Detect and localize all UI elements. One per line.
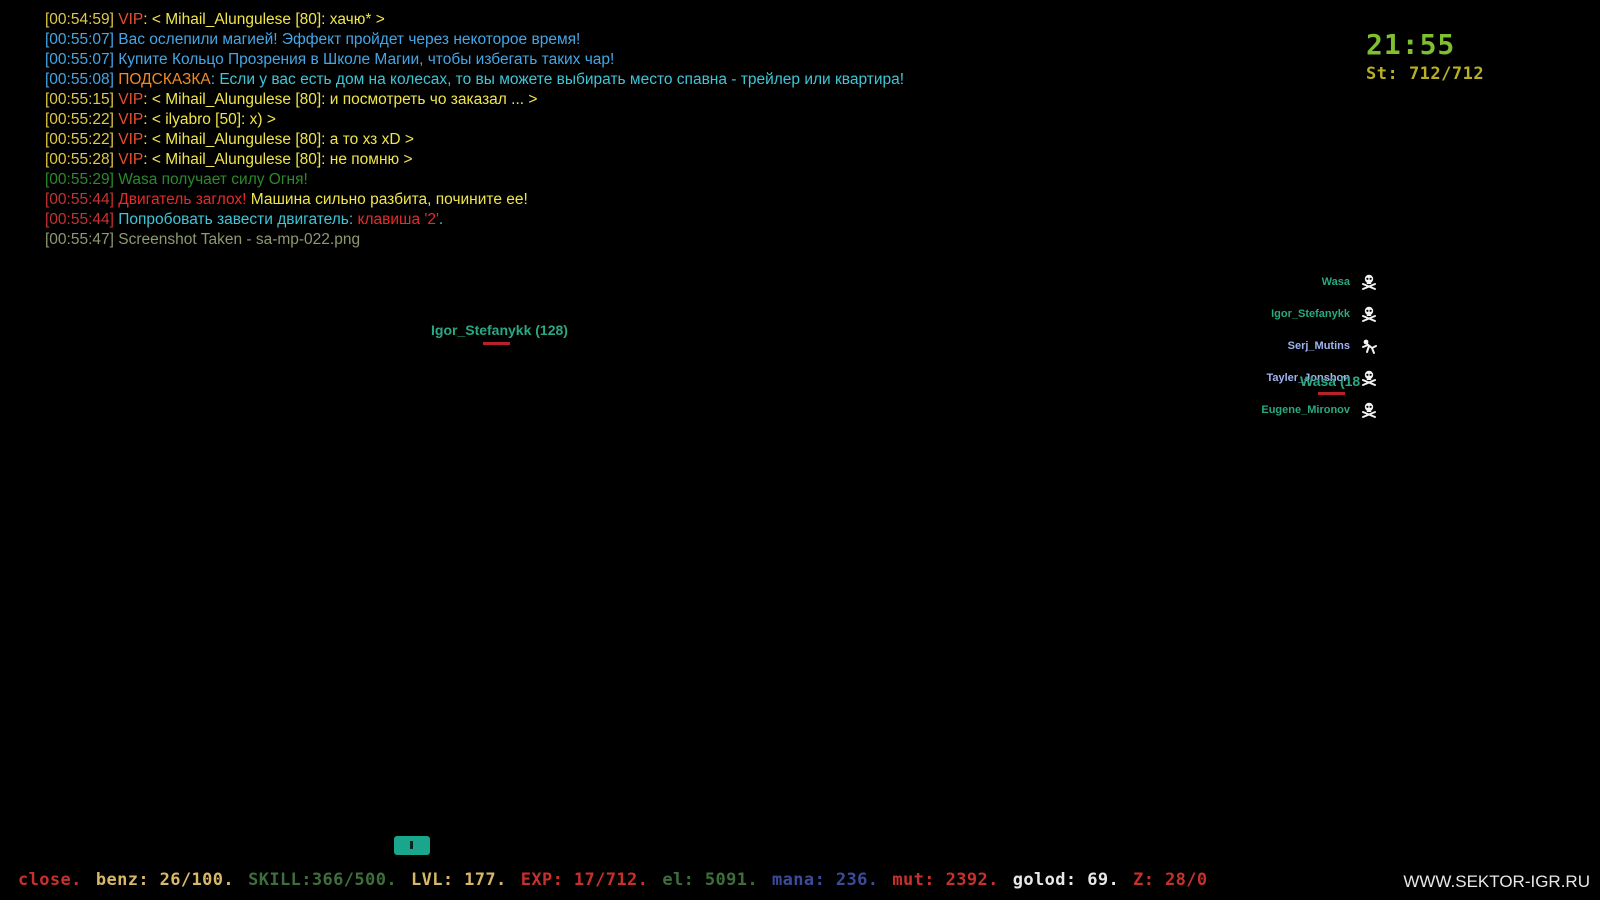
player-health-bar (1318, 392, 1356, 395)
chat-segment: VIP (118, 111, 144, 128)
player-health-fill (1318, 392, 1345, 395)
chat-segment: [00:55:44] (45, 191, 119, 208)
chat-segment: [00:55:28] (45, 151, 119, 168)
chat-line: [00:55:07] Купите Кольцо Прозрения в Шко… (45, 50, 904, 70)
game-clock: 21:55 (1366, 28, 1456, 61)
skull-crossbones-icon (1360, 401, 1378, 419)
chat-line: [00:55:44] Попробовать завести двигатель… (45, 210, 904, 230)
player-health-fill (483, 342, 510, 345)
chat-line: [00:55:47] Screenshot Taken - sa-mp-022.… (45, 230, 904, 250)
chat-segment: [00:55:07] (45, 31, 119, 48)
chat-segment: VIP (118, 91, 144, 108)
status-bar: close. benz: 26/100. SKILL:366/500. LVL: 17… (18, 870, 1222, 890)
chat-segment: [00:55:22] (45, 131, 119, 148)
stamina-counter: St: 712/712 (1366, 64, 1485, 84)
chat-segment: [00:55:15] (45, 91, 119, 108)
chat-line: [00:55:07] Вас ослепили магией! Эффект п… (45, 30, 904, 50)
chat-segment: [00:55:08] (45, 71, 119, 88)
fall-death-icon (1360, 337, 1378, 355)
chat-segment: : < Mihail_Alungulese [80]: и посмотреть… (143, 91, 538, 108)
chat-segment: [00:55:29] (45, 171, 119, 188)
chat-segment: VIP (118, 151, 144, 168)
chat-segment: Машина сильно разбита, почините ее! (250, 191, 528, 208)
chat-segment: : < ilyabro [50]: x) > (143, 111, 276, 128)
chat-line: [00:54:59] VIP: < Mihail_Alungulese [80]… (45, 10, 904, 30)
kill-player-name: Serj_Mutins (1287, 340, 1350, 352)
vehicle-marker (394, 836, 430, 855)
skull-crossbones-icon (1360, 305, 1378, 323)
chat-segment: Wasa получает силу Огня! (118, 171, 308, 188)
status-value: golod: 69. (1012, 870, 1120, 890)
chat-segment: [00:55:22] (45, 111, 119, 128)
kill-entry: Wasa (1261, 266, 1378, 298)
kill-list: Wasa Igor_Stefanykk Serj_Mutins Tayler_Jons… (1261, 266, 1378, 426)
kill-player-name: Eugene_Mironov (1261, 404, 1350, 416)
chat-segment: Вас ослепили магией! Эффект пройдет чере… (118, 31, 581, 48)
chat-segment: VIP (118, 11, 144, 28)
status-value: EXP: 17/712. (520, 870, 649, 890)
status-value: Z: 28/0 (1133, 870, 1208, 890)
status-value: mut: 2392. (892, 870, 999, 890)
chat-segment: [00:55:07] (45, 51, 119, 68)
kill-player-name: Wasa (1321, 276, 1350, 288)
status-value: SKILL:366/500. (248, 870, 397, 890)
player-health-bar (483, 342, 521, 345)
status-value: benz: 26/100. (95, 870, 235, 890)
chat-segment: ПОДСКАЗКА (118, 71, 211, 88)
chat-segment: : < Mihail_Alungulese [80]: не помню > (143, 151, 413, 168)
chat-segment: [00:55:44] (45, 211, 119, 228)
kill-entry: Igor_Stefanykk (1261, 298, 1378, 330)
kill-entry: Eugene_Mironov (1261, 394, 1378, 426)
chat-segment: : Если у вас есть дом на колесах, то вы … (210, 71, 905, 88)
marker-pip (410, 841, 413, 849)
chat-segment: : < Mihail_Alungulese [80]: хачю* > (143, 11, 385, 28)
chat-line: [00:55:29] Wasa получает силу Огня! (45, 170, 904, 190)
chat-line: [00:55:28] VIP: < Mihail_Alungulese [80]… (45, 150, 904, 170)
chat-line: [00:55:22] VIP: < ilyabro [50]: x) > (45, 110, 904, 130)
chat-segment: Попробовать завести двигатель: (118, 211, 358, 228)
chat-line: [00:55:44] Двигатель заглох! Машина силь… (45, 190, 904, 210)
chat-line: [00:55:08] ПОДСКАЗКА: Если у вас есть до… (45, 70, 904, 90)
chat-segment: : < Mihail_Alungulese [80]: а то хз xD > (143, 131, 414, 148)
skull-crossbones-icon (1360, 369, 1378, 387)
chat-segment: [00:54:59] (45, 11, 119, 28)
watermark: WWW.SEKTOR-IGR.RU (1403, 872, 1590, 891)
chat-segment: VIP (118, 131, 144, 148)
player-nametag: Igor_Stefanykk (128) (431, 322, 568, 338)
chat-log: [00:54:59] VIP: < Mihail_Alungulese [80]… (45, 10, 904, 250)
chat-segment: . (438, 211, 444, 228)
status-value: close. (18, 870, 82, 890)
player-nametag: Wasa (18 (1300, 373, 1361, 389)
chat-segment: Screenshot Taken - sa-mp-022.png (118, 231, 361, 248)
status-value: el: 5091. (662, 870, 759, 890)
chat-segment: Двигатель заглох! (118, 191, 251, 208)
chat-segment: [00:55:47] (45, 231, 119, 248)
chat-segment: клавиша '2' (357, 211, 439, 228)
chat-segment: Купите Кольцо Прозрения в Школе Магии, ч… (118, 51, 615, 68)
skull-crossbones-icon (1360, 273, 1378, 291)
kill-player-name: Igor_Stefanykk (1271, 308, 1350, 320)
chat-line: [00:55:22] VIP: < Mihail_Alungulese [80]… (45, 130, 904, 150)
kill-entry: Serj_Mutins (1261, 330, 1378, 362)
status-value: LVL: 177. (410, 870, 507, 890)
status-value: mana: 236. (772, 870, 879, 890)
chat-line: [00:55:15] VIP: < Mihail_Alungulese [80]… (45, 90, 904, 110)
